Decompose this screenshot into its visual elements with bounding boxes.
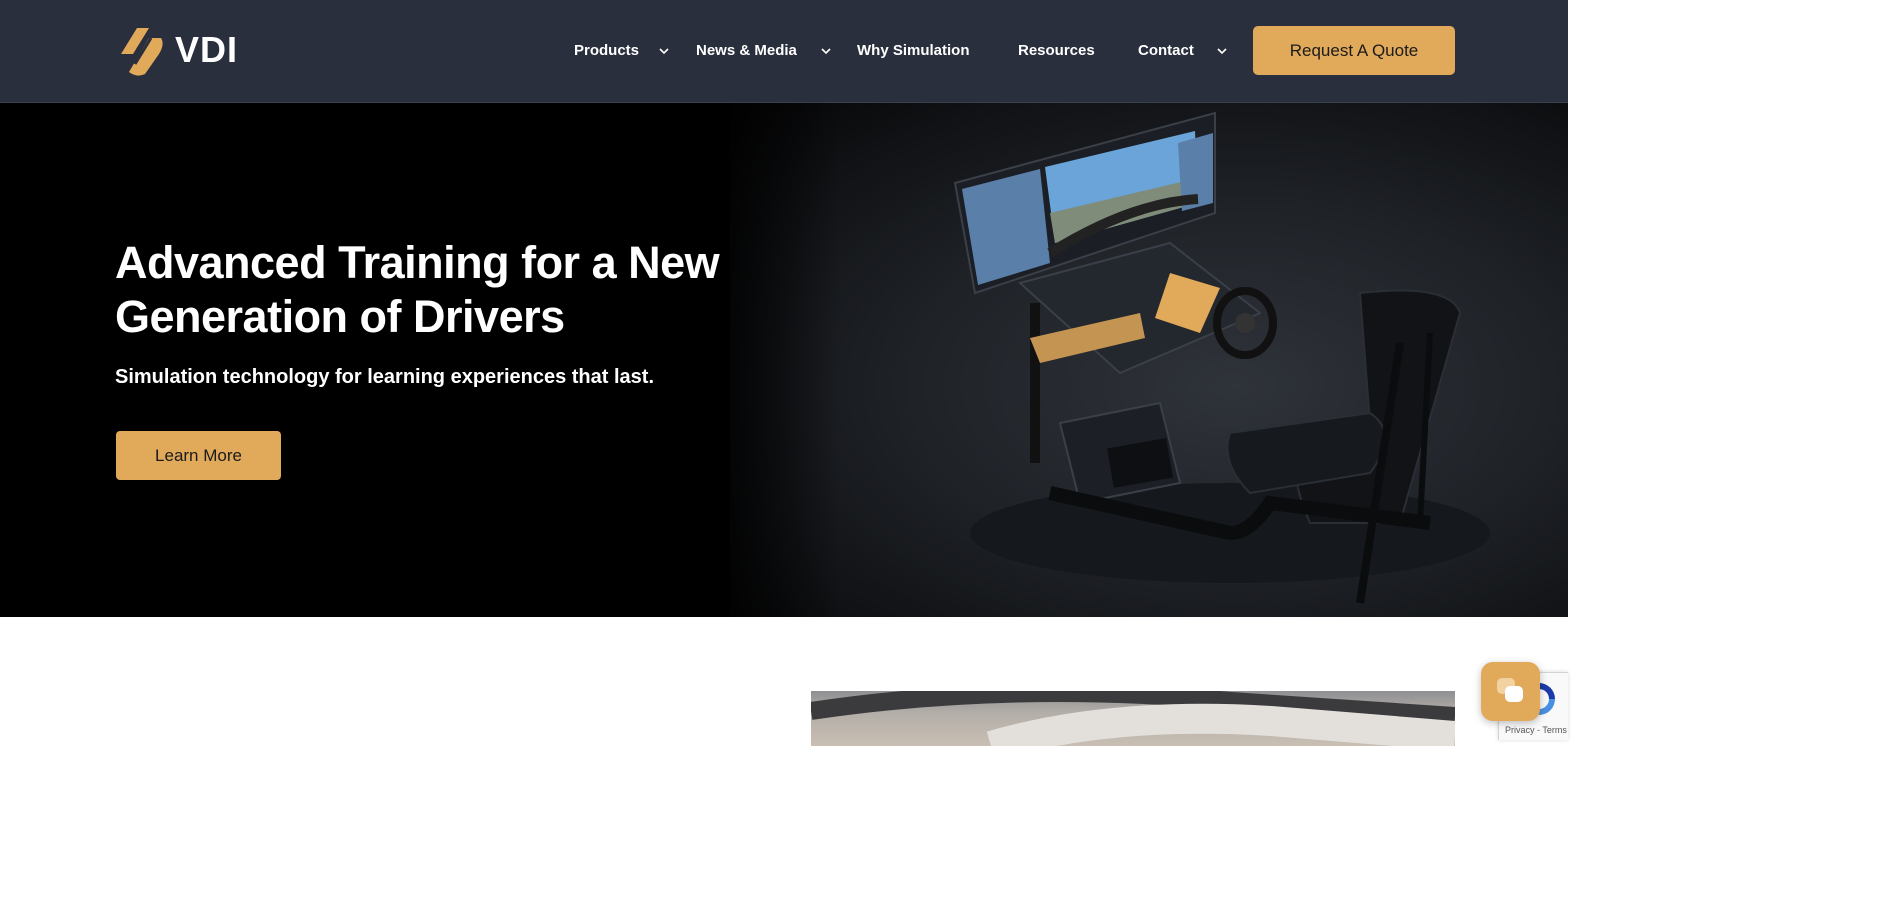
learn-more-button[interactable]: Learn More: [116, 431, 281, 480]
request-quote-button[interactable]: Request A Quote: [1253, 26, 1455, 75]
nav-item-news-media[interactable]: News & Media: [696, 42, 797, 59]
nav-item-resources[interactable]: Resources: [1018, 42, 1095, 59]
chevron-down-icon[interactable]: [819, 44, 833, 58]
chevron-down-icon[interactable]: [657, 44, 671, 58]
nav-item-contact[interactable]: Contact: [1138, 42, 1194, 59]
vdi-logo-mark-icon: [121, 28, 163, 76]
logo-text: VDI: [175, 29, 239, 70]
recaptcha-privacy-terms[interactable]: Privacy - Terms: [1505, 725, 1567, 735]
chevron-down-icon[interactable]: [1215, 44, 1229, 58]
vdi-logo[interactable]: VDI: [115, 24, 245, 76]
chat-bubbles-icon: [1497, 678, 1523, 702]
hero-subtitle: Simulation technology for learning exper…: [115, 366, 655, 388]
nav-item-products[interactable]: Products: [574, 42, 639, 59]
driving-simulator-image: [953, 111, 1490, 604]
hero-title: Advanced Training for a New Generation o…: [115, 237, 720, 342]
chat-button[interactable]: [1481, 662, 1540, 721]
nav-item-why-simulation[interactable]: Why Simulation: [857, 42, 970, 59]
content-image: [811, 691, 1455, 746]
site-header: VDI Products News & Media Why Simulation…: [0, 0, 1568, 103]
hero-section: Advanced Training for a New Generation o…: [0, 103, 1568, 617]
